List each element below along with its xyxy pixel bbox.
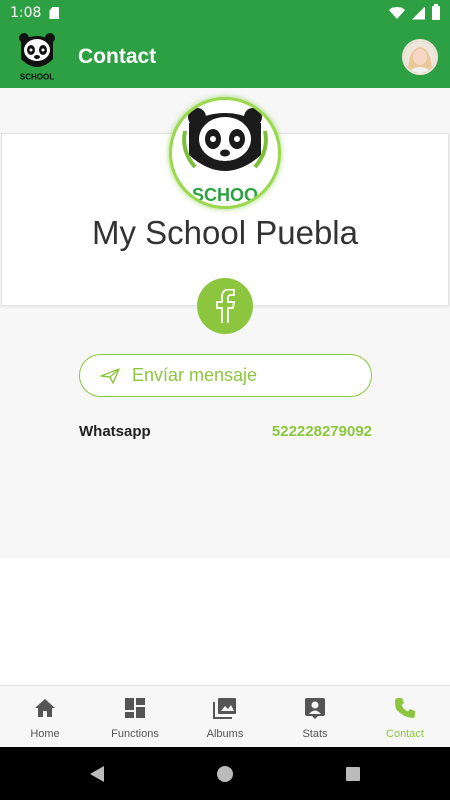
- school-logo: SCHOO: [169, 97, 281, 209]
- page-title: Contact: [78, 45, 157, 68]
- wifi-icon: [389, 7, 405, 19]
- nav-item-contact[interactable]: Contact: [360, 686, 450, 747]
- account-box-icon: [305, 698, 325, 719]
- status-bar: 1:08: [0, 0, 450, 26]
- nav-label-stats: Stats: [302, 728, 328, 740]
- back-icon[interactable]: [88, 765, 106, 783]
- avatar-image-icon: [404, 41, 436, 73]
- school-name: My School Puebla: [92, 214, 358, 251]
- nav-label-albums: Albums: [206, 728, 244, 740]
- phone-icon: [395, 698, 415, 718]
- photos-icon: [213, 698, 236, 719]
- battery-icon: [432, 4, 440, 20]
- nav-item-albums[interactable]: Albums: [180, 686, 270, 747]
- home-icon: [35, 699, 55, 717]
- signal-icon: [412, 6, 425, 20]
- app-bar: SCHOOL Contact: [0, 26, 450, 88]
- send-icon: [100, 367, 120, 384]
- avatar[interactable]: [402, 39, 438, 75]
- nav-item-functions[interactable]: Functions: [90, 686, 180, 747]
- recents-icon[interactable]: [344, 765, 362, 783]
- bottom-nav: Home Functions Albums Stats Contact: [0, 685, 450, 747]
- facebook-icon: [216, 289, 236, 323]
- send-message-button[interactable]: Envíar mensaje: [79, 354, 372, 397]
- facebook-button[interactable]: [197, 278, 253, 334]
- panda-shield-icon: SCHOO: [182, 108, 268, 205]
- whatsapp-label: Whatsapp: [79, 423, 151, 440]
- send-message-label: Envíar mensaje: [132, 365, 258, 385]
- whatsapp-number[interactable]: 522228279092: [272, 423, 372, 440]
- contact-content: SCHOO My School Puebla Envíar mensaje Wh…: [0, 88, 450, 558]
- panda-logo-icon: SCHOOL: [17, 33, 57, 82]
- status-icons: [389, 4, 440, 20]
- nav-label-home: Home: [30, 728, 60, 740]
- nav-item-stats[interactable]: Stats: [270, 686, 360, 747]
- app-logo: SCHOOL: [12, 31, 62, 83]
- school-logo-text: SCHOO: [192, 185, 258, 205]
- dashboard-icon: [125, 698, 145, 718]
- logo-text: SCHOOL: [20, 73, 54, 82]
- system-nav-bar: [0, 747, 450, 800]
- nav-item-home[interactable]: Home: [0, 686, 90, 747]
- sd-card-icon: [49, 7, 60, 19]
- nav-label-contact: Contact: [386, 728, 424, 740]
- status-time: 1:08: [10, 5, 42, 21]
- home-circle-icon[interactable]: [216, 765, 234, 783]
- nav-label-functions: Functions: [111, 728, 159, 740]
